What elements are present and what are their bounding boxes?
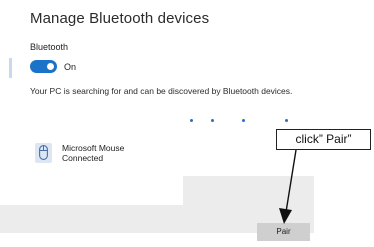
callout-arrow xyxy=(279,149,297,224)
